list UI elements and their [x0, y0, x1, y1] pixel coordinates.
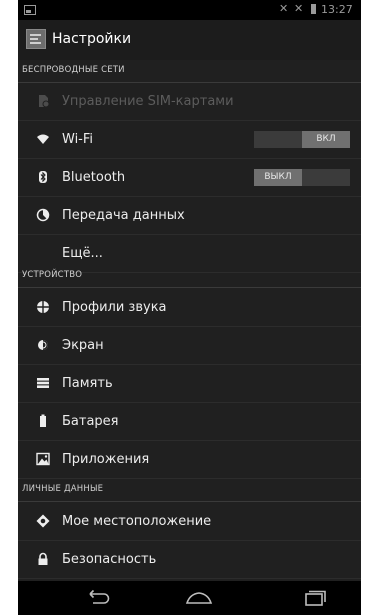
settings-item-label: Экран [62, 338, 104, 353]
storage-icon [37, 378, 49, 388]
settings-list: БЕСПРОВОДНЫЕ СЕТИ Управление SIM-картами… [18, 60, 361, 581]
section-label: УСТРОЙСТВО [22, 270, 83, 280]
section-header-device: УСТРОЙСТВО [18, 265, 361, 288]
section-label: ЛИЧНЫЕ ДАННЫЕ [22, 484, 104, 494]
settings-item-battery[interactable]: Батарея [18, 403, 361, 441]
section-label: БЕСПРОВОДНЫЕ СЕТИ [22, 65, 125, 75]
sim-card-icon [39, 95, 50, 108]
settings-item-sim[interactable]: Управление SIM-картами [18, 83, 361, 121]
settings-item-label: Батарея [62, 414, 119, 429]
settings-item-wifi[interactable]: Wi-Fi ВКЛ [18, 121, 361, 159]
settings-app-icon[interactable] [26, 29, 46, 49]
data-usage-icon [36, 208, 50, 222]
settings-item-label: Управление SIM-картами [62, 94, 234, 109]
sound-icon [37, 301, 49, 313]
settings-item-security[interactable]: Безопасность [18, 541, 361, 579]
settings-item-location[interactable]: Мое местоположение [18, 503, 361, 541]
bluetooth-icon [39, 171, 47, 183]
home-icon[interactable] [184, 589, 214, 607]
status-bar: ✕ ✕ 13:27 [18, 0, 361, 20]
toggle-state-label: ВЫКЛ [264, 172, 292, 182]
section-header-personal: ЛИЧНЫЕ ДАННЫЕ [18, 479, 361, 502]
phone-screen: ✕ ✕ 13:27 Настройки БЕСПРОВОДНЫЕ СЕТИ Уп… [18, 0, 361, 615]
display-icon [38, 340, 48, 350]
settings-item-label: Приложения [62, 452, 150, 467]
recent-apps-icon[interactable] [299, 589, 329, 607]
location-icon [36, 514, 50, 528]
settings-item-bluetooth[interactable]: Bluetooth ВЫКЛ [18, 159, 361, 197]
back-icon[interactable] [83, 589, 113, 607]
navigation-bar [18, 581, 361, 615]
section-header-wireless: БЕСПРОВОДНЫЕ СЕТИ [18, 60, 361, 83]
apps-icon [36, 452, 50, 466]
settings-item-label: Мое местоположение [62, 514, 212, 529]
clock: 13:27 [321, 3, 353, 16]
no-signal-icon: ✕ [294, 2, 304, 15]
settings-item-label: Память [62, 376, 113, 391]
settings-item-label: Передача данных [62, 208, 185, 223]
lock-icon [38, 552, 48, 565]
settings-item-label: Bluetooth [62, 170, 126, 185]
page-title: Настройки [52, 31, 132, 47]
settings-item-sound[interactable]: Профили звука [18, 289, 361, 327]
settings-item-label: Ещё... [62, 246, 103, 261]
settings-item-label: Профили звука [62, 300, 167, 315]
no-signal-icon: ✕ [279, 2, 289, 15]
toggle-state-label: ВКЛ [316, 134, 336, 144]
screenshot-notification-icon [24, 5, 36, 15]
settings-item-label: Безопасность [62, 552, 157, 567]
toggle-knob: ВЫКЛ [254, 169, 302, 186]
settings-item-label: Wi-Fi [62, 132, 94, 147]
settings-item-display[interactable]: Экран [18, 327, 361, 365]
bluetooth-toggle[interactable]: ВЫКЛ [254, 169, 350, 186]
wifi-icon [37, 134, 49, 144]
action-bar: Настройки [18, 20, 361, 60]
battery-status-icon [311, 4, 316, 14]
settings-item-data-usage[interactable]: Передача данных [18, 197, 361, 235]
wifi-toggle[interactable]: ВКЛ [254, 131, 350, 148]
battery-icon [40, 414, 46, 427]
settings-item-storage[interactable]: Память [18, 365, 361, 403]
toggle-knob: ВКЛ [302, 131, 350, 148]
settings-item-apps[interactable]: Приложения [18, 441, 361, 479]
